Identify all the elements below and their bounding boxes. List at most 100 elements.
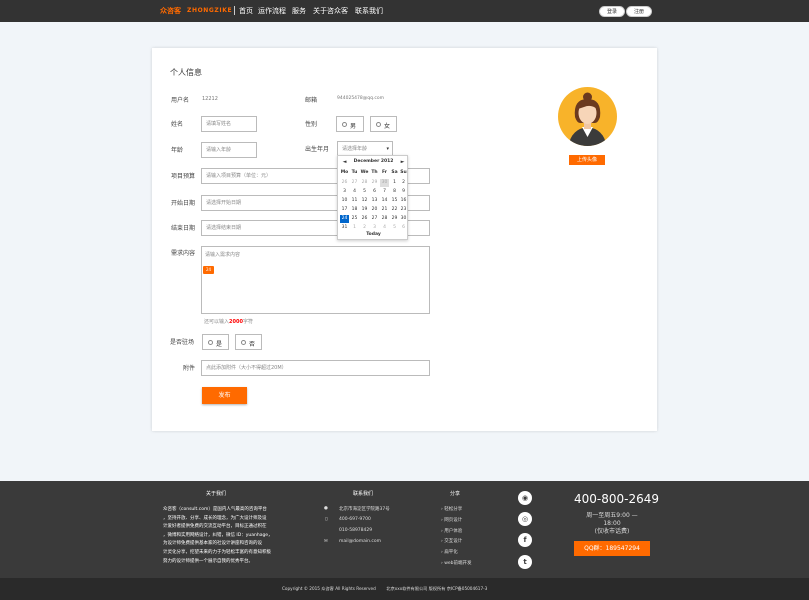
- qq-group-button[interactable]: QQ群：189547294: [574, 541, 650, 556]
- login-button[interactable]: 登录: [599, 6, 625, 17]
- birth-select[interactable]: 请选择年龄 ▾: [337, 141, 393, 156]
- service-hours-note: (仅收市话费): [594, 528, 630, 535]
- day-cell[interactable]: 9: [399, 188, 408, 196]
- weekday-header: Tu: [351, 170, 358, 175]
- nav-home[interactable]: 首页: [239, 6, 253, 16]
- nav-services[interactable]: 服务: [292, 6, 306, 16]
- about-line: ，坚持开放、分享、成长的理念，为广大设计师及设: [163, 515, 267, 521]
- day-cell[interactable]: 5: [360, 188, 369, 196]
- day-cell[interactable]: 3: [340, 188, 349, 196]
- day-cell[interactable]: 12: [360, 197, 369, 205]
- share-item[interactable]: › 轻松分享: [441, 505, 472, 516]
- resident-yes-option[interactable]: 是: [202, 334, 229, 350]
- day-cell[interactable]: 3: [370, 224, 379, 232]
- wechat-icon[interactable]: ◉: [518, 491, 532, 505]
- weekday-header: Th: [371, 170, 378, 175]
- day-cell[interactable]: 25: [350, 215, 359, 223]
- about-line: 众咨客（consult.com）是国内人气最高的咨询平台: [163, 507, 267, 512]
- day-cell[interactable]: 6: [370, 188, 379, 196]
- radio-icon: [208, 340, 213, 345]
- facebook-icon[interactable]: f: [518, 533, 532, 547]
- twitter-icon[interactable]: t: [518, 555, 532, 569]
- today-button[interactable]: Today: [338, 232, 409, 237]
- day-cell[interactable]: 29: [370, 179, 379, 187]
- attachment-input[interactable]: 点此添加附件（大小不得超过20M）: [201, 360, 430, 376]
- day-cell[interactable]: 1: [390, 179, 399, 187]
- nav-about[interactable]: 关于咨众客: [313, 6, 348, 16]
- day-cell[interactable]: 4: [350, 188, 359, 196]
- weibo-icon[interactable]: ◎: [518, 512, 532, 526]
- day-cell[interactable]: 21: [380, 206, 389, 214]
- day-cell[interactable]: 31: [340, 224, 349, 232]
- day-cell[interactable]: 5: [390, 224, 399, 232]
- day-cell[interactable]: 14: [380, 197, 389, 205]
- logo-subtext[interactable]: ZHONGZIKE: [187, 7, 232, 14]
- day-cell[interactable]: 2: [399, 179, 408, 187]
- gender-female-option[interactable]: 女: [370, 116, 397, 132]
- day-cell[interactable]: 10: [340, 197, 349, 205]
- share-item[interactable]: › web前端开发: [441, 559, 472, 570]
- day-cell[interactable]: 30: [380, 179, 389, 187]
- day-cell[interactable]: 26: [340, 179, 349, 187]
- publish-button[interactable]: 发布: [202, 387, 247, 404]
- day-cell[interactable]: 27: [370, 215, 379, 223]
- day-cell[interactable]: 18: [350, 206, 359, 214]
- gender-male-option[interactable]: 男: [336, 116, 364, 132]
- nav-contact[interactable]: 联系我们: [355, 6, 383, 16]
- upload-avatar-button[interactable]: 上传头像: [569, 155, 605, 165]
- caret-down-icon: ▾: [386, 146, 389, 152]
- share-item[interactable]: › 交互设计: [441, 537, 472, 548]
- budget-label: 项目预算: [171, 173, 196, 180]
- service-hours-line: 周一至周五9:00 — 18:00: [586, 512, 638, 527]
- day-cell[interactable]: 7: [380, 188, 389, 196]
- next-month-icon[interactable]: ►: [398, 159, 407, 165]
- location-icon: ●: [324, 506, 328, 511]
- about-line: 计爱好者提供免费的交流互动平台，目标正通过积在: [163, 524, 267, 530]
- day-cell[interactable]: 28: [360, 179, 369, 187]
- about-line: 努力的设计师提供一个展示自我的优秀平台。: [163, 558, 253, 564]
- weekday-header: Sa: [391, 170, 398, 175]
- day-cell[interactable]: 30: [399, 215, 408, 223]
- day-cell[interactable]: 27: [350, 179, 359, 187]
- about-title: 关于我们: [206, 491, 227, 497]
- email-value: 944025478@qq.com: [337, 96, 385, 101]
- logo-text[interactable]: 众咨客: [160, 6, 181, 16]
- nav-process[interactable]: 运作流程: [258, 6, 286, 16]
- name-input[interactable]: 请填写姓名: [201, 116, 257, 132]
- day-cell[interactable]: 4: [380, 224, 389, 232]
- day-cell[interactable]: 24: [340, 215, 349, 223]
- share-item[interactable]: › 用户体验: [441, 527, 472, 538]
- day-cell[interactable]: 6: [399, 224, 408, 232]
- char-count-prefix: 还可以输入: [204, 319, 230, 325]
- char-count-suffix: 字符: [242, 319, 253, 325]
- day-cell[interactable]: 22: [390, 206, 399, 214]
- day-cell[interactable]: 29: [390, 215, 399, 223]
- resident-no-option[interactable]: 否: [235, 334, 262, 350]
- prev-month-icon[interactable]: ◄: [340, 159, 349, 165]
- day-cell[interactable]: 2: [360, 224, 369, 232]
- requirement-tag[interactable]: 24: [203, 266, 214, 274]
- share-item[interactable]: › 扁平化: [441, 548, 472, 559]
- requirement-label: 需求内容: [171, 250, 196, 257]
- day-cell[interactable]: 23: [399, 206, 408, 214]
- date-picker-title[interactable]: December 2012: [350, 159, 397, 164]
- day-cell[interactable]: 16: [399, 197, 408, 205]
- day-cell[interactable]: 28: [380, 215, 389, 223]
- day-cell[interactable]: 13: [370, 197, 379, 205]
- day-cell[interactable]: 15: [390, 197, 399, 205]
- day-cell[interactable]: 8: [390, 188, 399, 196]
- age-input[interactable]: 请输入年龄: [201, 142, 257, 158]
- day-cell[interactable]: 1: [350, 224, 359, 232]
- nav-divider: [234, 6, 235, 15]
- contact-email[interactable]: mail@domain.com: [339, 539, 381, 544]
- share-item-label: 交互设计: [444, 539, 463, 545]
- day-cell[interactable]: 17: [340, 206, 349, 214]
- day-cell[interactable]: 19: [360, 206, 369, 214]
- share-item[interactable]: › 网页设计: [441, 516, 472, 527]
- day-cell[interactable]: 26: [360, 215, 369, 223]
- day-cell[interactable]: 20: [370, 206, 379, 214]
- register-button[interactable]: 注册: [626, 6, 652, 17]
- radio-icon: [241, 340, 246, 345]
- day-cell[interactable]: 11: [350, 197, 359, 205]
- weekday-header: Fr: [381, 170, 387, 175]
